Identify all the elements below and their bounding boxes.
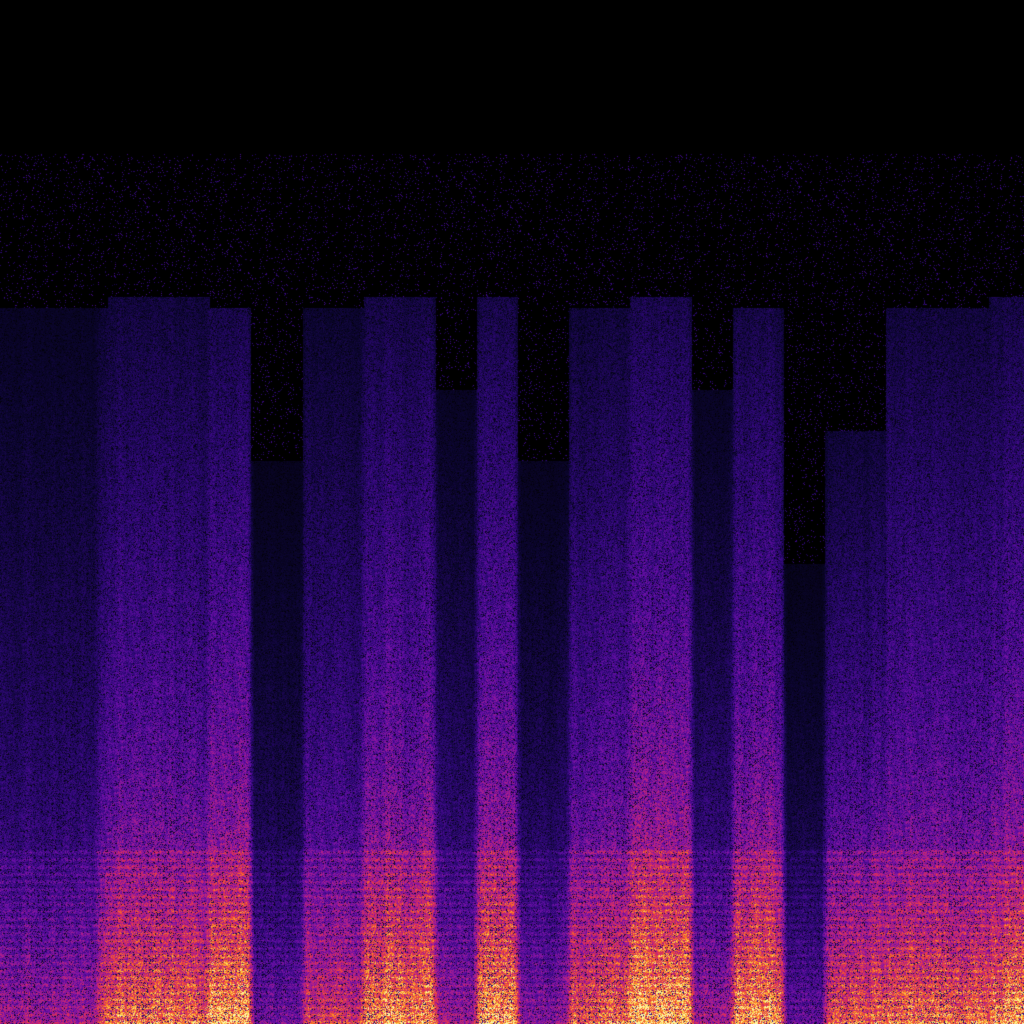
spectrogram-image: [0, 0, 1024, 1024]
